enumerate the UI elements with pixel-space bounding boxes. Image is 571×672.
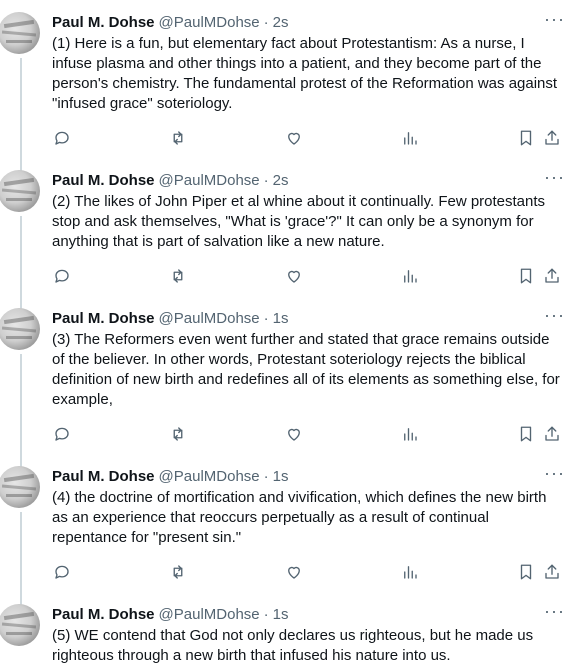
more-options-icon[interactable]: ··· — [544, 306, 565, 326]
bookmark-icon[interactable] — [516, 266, 536, 286]
dot-separator: · — [263, 171, 269, 189]
bookmark-icon[interactable] — [516, 424, 536, 444]
author-handle[interactable]: @PaulMDohse — [159, 310, 260, 327]
author-handle[interactable]: @PaulMDohse — [159, 14, 260, 31]
share-icon[interactable] — [542, 266, 562, 286]
avatar[interactable] — [0, 12, 40, 54]
retweet-icon[interactable] — [168, 266, 188, 286]
thread-feed: Paul M. Dohse @PaulMDohse · 2s ··· (1) H… — [0, 0, 571, 672]
avatar[interactable] — [0, 604, 40, 646]
more-options-icon[interactable]: ··· — [544, 602, 565, 622]
reply-icon[interactable] — [52, 562, 72, 582]
action-bar — [52, 118, 565, 158]
avatar-column — [0, 604, 48, 666]
timestamp[interactable]: 1s — [273, 606, 289, 623]
dot-separator: · — [263, 13, 269, 31]
like-icon[interactable] — [284, 562, 304, 582]
timestamp[interactable]: 1s — [273, 468, 289, 485]
reply-icon[interactable] — [52, 424, 72, 444]
share-icon[interactable] — [542, 424, 562, 444]
action-bar — [52, 256, 565, 296]
more-options-icon[interactable]: ··· — [544, 10, 565, 30]
avatar[interactable] — [0, 308, 40, 350]
views-icon[interactable] — [400, 424, 420, 444]
avatar[interactable] — [0, 170, 40, 212]
avatar-column — [0, 12, 48, 178]
tweet-text: (2) The likes of John Piper et al whine … — [52, 193, 546, 250]
views-icon[interactable] — [400, 128, 420, 148]
timestamp[interactable]: 2s — [273, 172, 289, 189]
author-name[interactable]: Paul M. Dohse — [52, 310, 155, 327]
bookmark-icon[interactable] — [516, 562, 536, 582]
like-icon[interactable] — [284, 266, 304, 286]
tweet-4[interactable]: Paul M. Dohse @PaulMDohse · 1s ··· (4) t… — [0, 454, 571, 612]
author-handle[interactable]: @PaulMDohse — [159, 606, 260, 623]
more-options-icon[interactable]: ··· — [544, 464, 565, 484]
author-handle[interactable]: @PaulMDohse — [159, 468, 260, 485]
views-icon[interactable] — [400, 562, 420, 582]
views-icon[interactable] — [400, 266, 420, 286]
retweet-icon[interactable] — [168, 128, 188, 148]
author-name[interactable]: Paul M. Dohse — [52, 606, 155, 623]
dot-separator: · — [263, 605, 269, 623]
share-icon[interactable] — [542, 128, 562, 148]
tweet-1[interactable]: Paul M. Dohse @PaulMDohse · 2s ··· (1) H… — [0, 0, 571, 178]
tweet-text: (3) The Reformers even went further and … — [52, 331, 560, 408]
tweet-text: (4) the doctrine of mortification and vi… — [52, 489, 547, 546]
reply-icon[interactable] — [52, 128, 72, 148]
tweet-text: (1) Here is a fun, but elementary fact a… — [52, 35, 558, 112]
more-options-icon[interactable]: ··· — [544, 168, 565, 188]
author-name[interactable]: Paul M. Dohse — [52, 468, 155, 485]
avatar[interactable] — [0, 466, 40, 508]
tweet-5[interactable]: Paul M. Dohse @PaulMDohse · 1s ··· (5) W… — [0, 592, 571, 666]
retweet-icon[interactable] — [168, 424, 188, 444]
tweet-2[interactable]: Paul M. Dohse @PaulMDohse · 2s ··· (2) T… — [0, 158, 571, 316]
tweet-3[interactable]: Paul M. Dohse @PaulMDohse · 1s ··· (3) T… — [0, 296, 571, 474]
action-bar — [52, 414, 565, 454]
author-handle[interactable]: @PaulMDohse — [159, 172, 260, 189]
author-name[interactable]: Paul M. Dohse — [52, 14, 155, 31]
share-icon[interactable] — [542, 562, 562, 582]
bookmark-icon[interactable] — [516, 128, 536, 148]
avatar-column — [0, 170, 48, 316]
action-bar — [52, 552, 565, 592]
tweet-text: (5) WE contend that God not only declare… — [52, 627, 534, 664]
reply-icon[interactable] — [52, 266, 72, 286]
like-icon[interactable] — [284, 424, 304, 444]
retweet-icon[interactable] — [168, 562, 188, 582]
avatar-column — [0, 466, 48, 612]
dot-separator: · — [263, 467, 269, 485]
dot-separator: · — [263, 309, 269, 327]
timestamp[interactable]: 1s — [273, 310, 289, 327]
author-name[interactable]: Paul M. Dohse — [52, 172, 155, 189]
like-icon[interactable] — [284, 128, 304, 148]
timestamp[interactable]: 2s — [273, 14, 289, 31]
avatar-column — [0, 308, 48, 474]
